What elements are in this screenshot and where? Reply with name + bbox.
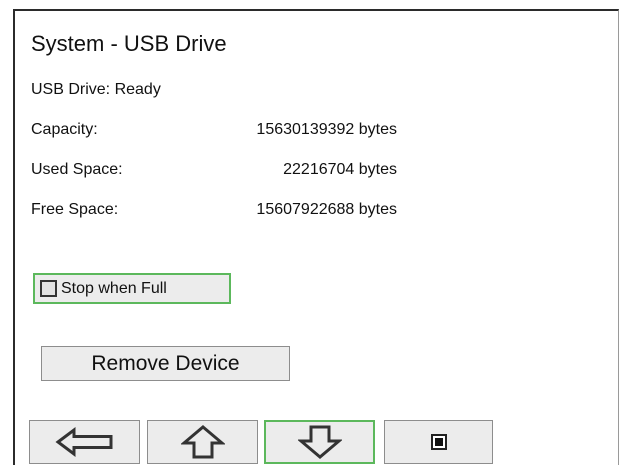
stop-when-full-checkbox[interactable]: Stop when Full: [33, 273, 231, 304]
arrow-up-icon: [180, 425, 225, 459]
back-button[interactable]: [29, 420, 140, 464]
capacity-label: Capacity:: [31, 121, 98, 138]
used-space-value: 22216704 bytes: [283, 161, 397, 178]
down-button[interactable]: [264, 420, 375, 464]
arrow-left-icon: [55, 427, 112, 457]
stop-icon: [430, 434, 447, 450]
remove-device-button[interactable]: Remove Device: [41, 346, 290, 381]
drive-status: USB Drive: Ready: [31, 81, 161, 98]
arrow-down-icon: [297, 425, 342, 459]
screen-frame: [13, 9, 619, 465]
used-space-label: Used Space:: [31, 161, 123, 178]
up-button[interactable]: [147, 420, 258, 464]
page-title: System - USB Drive: [31, 31, 227, 56]
checkbox-box[interactable]: [40, 280, 57, 297]
free-space-label: Free Space:: [31, 201, 119, 218]
stop-when-full-label: Stop when Full: [61, 279, 167, 297]
stop-button[interactable]: [384, 420, 493, 464]
free-space-value: 15607922688 bytes: [256, 201, 397, 218]
capacity-value: 15630139392 bytes: [256, 121, 397, 138]
